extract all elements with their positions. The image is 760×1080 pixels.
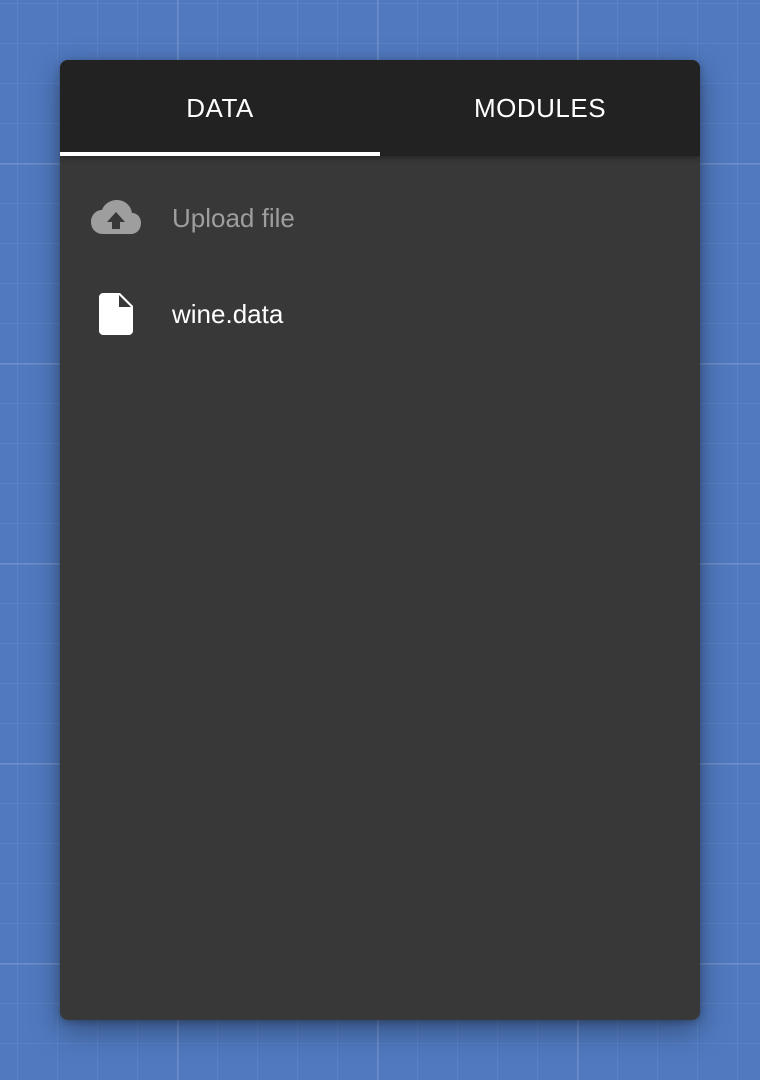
file-item[interactable]: wine.data <box>60 266 700 362</box>
tab-bar: DATA MODULES <box>60 60 700 156</box>
cloud-upload-icon <box>88 190 144 246</box>
file-icon <box>88 286 144 342</box>
upload-file-label: Upload file <box>172 202 295 233</box>
data-panel: DATA MODULES Upload file wine.data <box>60 60 700 1020</box>
tab-modules-label: MODULES <box>473 92 607 123</box>
file-name: wine.data <box>172 298 284 329</box>
data-list: Upload file wine.data <box>60 156 700 362</box>
upload-file-button[interactable]: Upload file <box>60 170 700 266</box>
tab-data[interactable]: DATA <box>60 60 380 156</box>
tab-modules[interactable]: MODULES <box>380 60 700 156</box>
tab-data-label: DATA <box>186 92 254 123</box>
